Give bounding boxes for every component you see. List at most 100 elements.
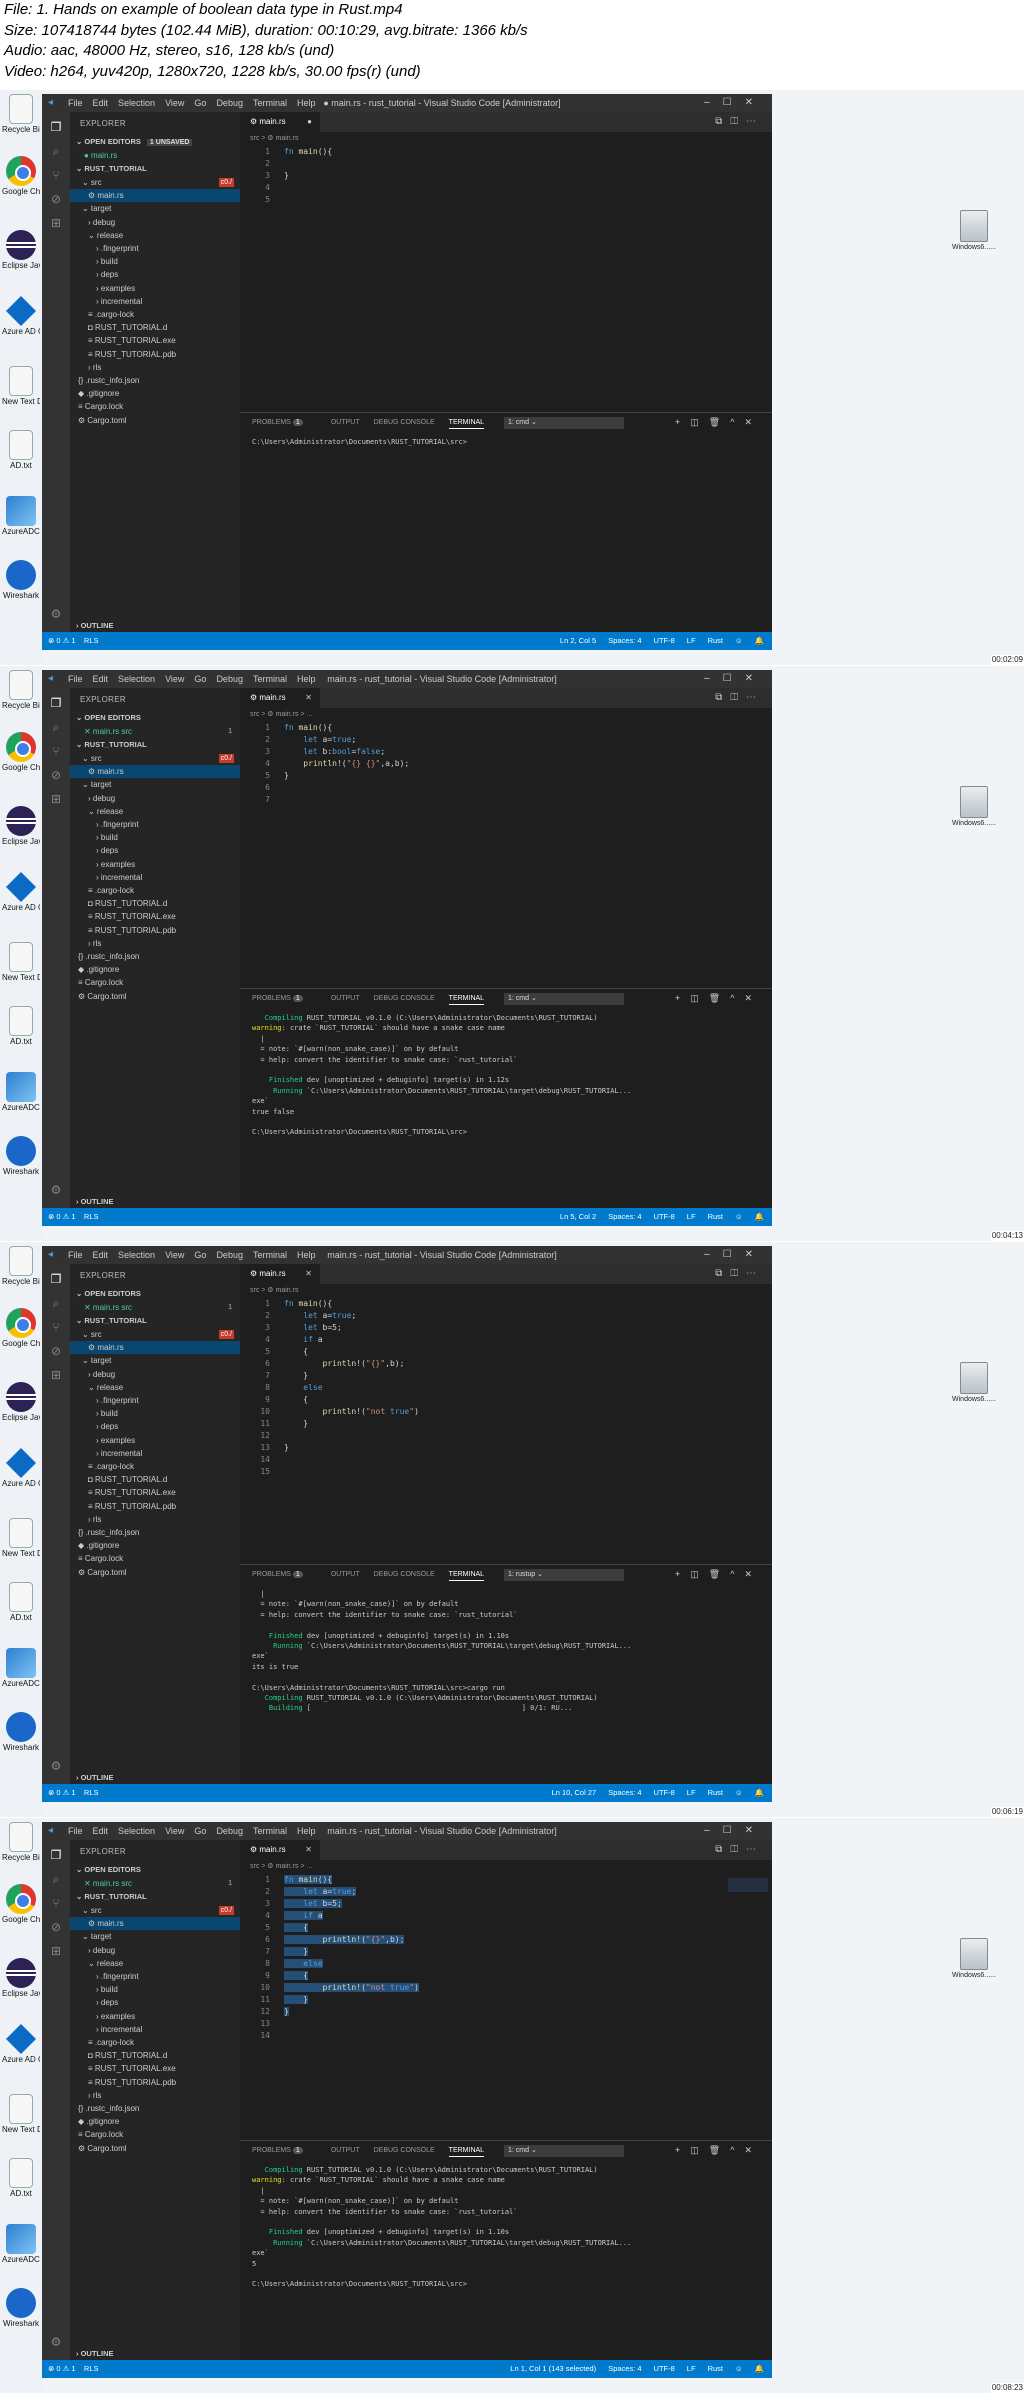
menu-edit[interactable]: Edit bbox=[93, 1826, 109, 1836]
tree-item-rust-tutorial-exe[interactable]: ≡ RUST_TUTORIAL.exe bbox=[70, 2062, 240, 2075]
search-icon[interactable]: ⌕ bbox=[49, 144, 63, 158]
remote-desktop-icon[interactable]: Windows6...... bbox=[952, 210, 996, 251]
menu-selection[interactable]: Selection bbox=[118, 1250, 155, 1260]
editor-actions[interactable]: ⧉◫⋯ bbox=[715, 1268, 764, 1279]
menu-debug[interactable]: Debug bbox=[216, 1826, 243, 1836]
terminal-output[interactable]: Compiling RUST_TUTORIAL v0.1.0 (C:\Users… bbox=[252, 2165, 762, 2290]
remote-desktop-icon[interactable]: Windows6...... bbox=[952, 1938, 996, 1979]
desktop-icon-text-file-icon[interactable]: AD.txt bbox=[2, 430, 40, 486]
menu-debug[interactable]: Debug bbox=[216, 674, 243, 684]
tree-item-examples[interactable]: › examples bbox=[70, 282, 240, 295]
debug-icon[interactable]: ⊘ bbox=[49, 1920, 63, 1934]
close-tab-icon[interactable]: ● bbox=[307, 112, 312, 132]
desktop-icon-eclipse-icon[interactable]: Eclipse Java 2019-03 bbox=[2, 230, 40, 286]
desktop-icon-eclipse-icon[interactable]: Eclipse Java 2019-03 bbox=[2, 1382, 40, 1438]
panel-tab-output[interactable]: OUTPUT bbox=[331, 1571, 360, 1578]
tree-item-cargo-lock[interactable]: ≡ Cargo.lock bbox=[70, 2128, 240, 2141]
desktop-icon-recycle-bin-icon[interactable]: Recycle Bin bbox=[2, 670, 40, 726]
feedback-icon[interactable]: ☺ bbox=[735, 636, 743, 645]
outline-header[interactable]: › OUTLINE bbox=[70, 1196, 240, 1208]
menu-edit[interactable]: Edit bbox=[93, 98, 109, 108]
tree-item-cargo-lock[interactable]: ≡ Cargo.lock bbox=[70, 1552, 240, 1565]
desktop-icon-wireshark-icon[interactable]: Wireshark bbox=[2, 560, 40, 616]
tree-item-rust-tutorial-d[interactable]: ◘ RUST_TUTORIAL.d bbox=[70, 2049, 240, 2062]
tree-item-cargo-lock[interactable]: ≡ Cargo.lock bbox=[70, 400, 240, 413]
desktop-icon-recycle-bin-icon[interactable]: Recycle Bin bbox=[2, 1246, 40, 1302]
tree-item-src[interactable]: ⌄ src c0./ bbox=[70, 1904, 240, 1917]
search-icon[interactable]: ⌕ bbox=[49, 1872, 63, 1886]
tree-item-cargo-toml[interactable]: ⚙ Cargo.toml bbox=[70, 2142, 240, 2155]
tree-item-rls[interactable]: › rls bbox=[70, 361, 240, 374]
status-left[interactable]: ⊗ 0 ⚠ 1 RLS bbox=[48, 1784, 99, 1802]
status-item[interactable]: UTF-8 bbox=[654, 636, 675, 645]
menu-selection[interactable]: Selection bbox=[118, 98, 155, 108]
desktop-icon-eclipse-icon[interactable]: Eclipse Java 2019-03 bbox=[2, 1958, 40, 2014]
debug-icon[interactable]: ⊘ bbox=[49, 192, 63, 206]
status-item[interactable]: UTF-8 bbox=[654, 1212, 675, 1221]
outline-header[interactable]: › OUTLINE bbox=[70, 1772, 240, 1784]
desktop-icon-text-file-icon[interactable]: AD.txt bbox=[2, 1582, 40, 1638]
open-editor-main-rs[interactable]: ✕ main.rs src 1 bbox=[70, 1877, 240, 1890]
desktop-icon-text-document-icon[interactable]: New Text Document.txt bbox=[2, 2094, 40, 2150]
bell-icon[interactable]: 🔔 bbox=[755, 1788, 764, 1797]
status-item[interactable]: UTF-8 bbox=[654, 2364, 675, 2373]
tree-item-examples[interactable]: › examples bbox=[70, 2010, 240, 2023]
bell-icon[interactable]: 🔔 bbox=[755, 2364, 764, 2373]
status-right[interactable]: Ln 2, Col 5 Spaces: 4 UTF-8 LF Rust ☺ 🔔 bbox=[548, 632, 764, 650]
status-item[interactable]: Spaces: 4 bbox=[608, 636, 641, 645]
status-item[interactable]: Spaces: 4 bbox=[608, 2364, 641, 2373]
status-item[interactable]: Rust bbox=[708, 2364, 723, 2373]
panel-tab-debug-console[interactable]: DEBUG CONSOLE bbox=[374, 1571, 435, 1578]
tree-item--fingerprint[interactable]: › .fingerprint bbox=[70, 242, 240, 255]
desktop-icon-azure-ad-connect-icon[interactable]: AzureADCo... bbox=[2, 1072, 40, 1128]
feedback-icon[interactable]: ☺ bbox=[735, 2364, 743, 2373]
files-icon[interactable]: ❐ bbox=[49, 1272, 63, 1286]
tree-item--gitignore[interactable]: ◆ .gitignore bbox=[70, 1539, 240, 1552]
code-text[interactable]: fn main(){ let a=true; let b=5; if a { p… bbox=[284, 1874, 419, 2042]
tree-item-release[interactable]: ⌄ release bbox=[70, 1957, 240, 1970]
panel-actions[interactable]: +◫🗑^✕ bbox=[675, 1569, 762, 1580]
extensions-icon[interactable]: ⊞ bbox=[49, 1944, 63, 1958]
tree-item--cargo-lock[interactable]: ≡ .cargo-lock bbox=[70, 1460, 240, 1473]
tree-item--rustc-info-json[interactable]: {} .rustc_info.json bbox=[70, 2102, 240, 2115]
open-editor-main-rs[interactable]: ✕ main.rs src 1 bbox=[70, 1301, 240, 1314]
tree-item-rls[interactable]: › rls bbox=[70, 1513, 240, 1526]
menu-file[interactable]: File bbox=[68, 1826, 83, 1836]
tree-item-incremental[interactable]: › incremental bbox=[70, 2023, 240, 2036]
menu-view[interactable]: View bbox=[165, 1826, 184, 1836]
minimap[interactable] bbox=[728, 1878, 768, 1892]
files-icon[interactable]: ❐ bbox=[49, 120, 63, 134]
files-icon[interactable]: ❐ bbox=[49, 1848, 63, 1862]
menu-terminal[interactable]: Terminal bbox=[253, 1826, 287, 1836]
tree-item--fingerprint[interactable]: › .fingerprint bbox=[70, 1970, 240, 1983]
desktop-icon-wireshark-icon[interactable]: Wireshark bbox=[2, 1136, 40, 1192]
desktop-icon-text-file-icon[interactable]: AD.txt bbox=[2, 1006, 40, 1062]
settings-icon[interactable]: ⚙ bbox=[49, 1759, 63, 1773]
tree-item-rust-tutorial-pdb[interactable]: ≡ RUST_TUTORIAL.pdb bbox=[70, 1500, 240, 1513]
desktop-icon-text-document-icon[interactable]: New Text Document.txt bbox=[2, 366, 40, 422]
tree-item-release[interactable]: ⌄ release bbox=[70, 1381, 240, 1394]
remote-desktop-icon[interactable]: Windows6...... bbox=[952, 1362, 996, 1403]
terminal-select[interactable]: 1: cmd ⌄ bbox=[504, 417, 624, 429]
outline-header[interactable]: › OUTLINE bbox=[70, 2348, 240, 2360]
tree-item-target[interactable]: ⌄ target bbox=[70, 1354, 240, 1367]
status-item[interactable]: LF bbox=[687, 636, 696, 645]
tree-item-main-rs[interactable]: ⚙ main.rs bbox=[70, 189, 240, 203]
tree-item--gitignore[interactable]: ◆ .gitignore bbox=[70, 2115, 240, 2128]
tree-item-cargo-toml[interactable]: ⚙ Cargo.toml bbox=[70, 990, 240, 1003]
desktop-icon-azure-ad-connect-icon[interactable]: AzureADCo... bbox=[2, 496, 40, 552]
tree-item-rls[interactable]: › rls bbox=[70, 937, 240, 950]
open-editors-header[interactable]: ⌄ OPEN EDITORS bbox=[70, 712, 240, 724]
breadcrumb[interactable]: src > ⚙ main.rs > ... bbox=[250, 1862, 312, 1870]
tree-item-incremental[interactable]: › incremental bbox=[70, 295, 240, 308]
menu-selection[interactable]: Selection bbox=[118, 674, 155, 684]
menu-go[interactable]: Go bbox=[194, 98, 206, 108]
tree-item-debug[interactable]: › debug bbox=[70, 1944, 240, 1957]
extensions-icon[interactable]: ⊞ bbox=[49, 792, 63, 806]
terminal-output[interactable]: | = note: `#[warn(non_snake_case)]` on b… bbox=[252, 1589, 762, 1714]
menu-file[interactable]: File bbox=[68, 1250, 83, 1260]
status-item[interactable]: LF bbox=[687, 2364, 696, 2373]
menu-edit[interactable]: Edit bbox=[93, 674, 109, 684]
open-editor-main-rs[interactable]: ✕ main.rs src 1 bbox=[70, 725, 240, 738]
panel-actions[interactable]: +◫🗑^✕ bbox=[675, 2145, 762, 2156]
